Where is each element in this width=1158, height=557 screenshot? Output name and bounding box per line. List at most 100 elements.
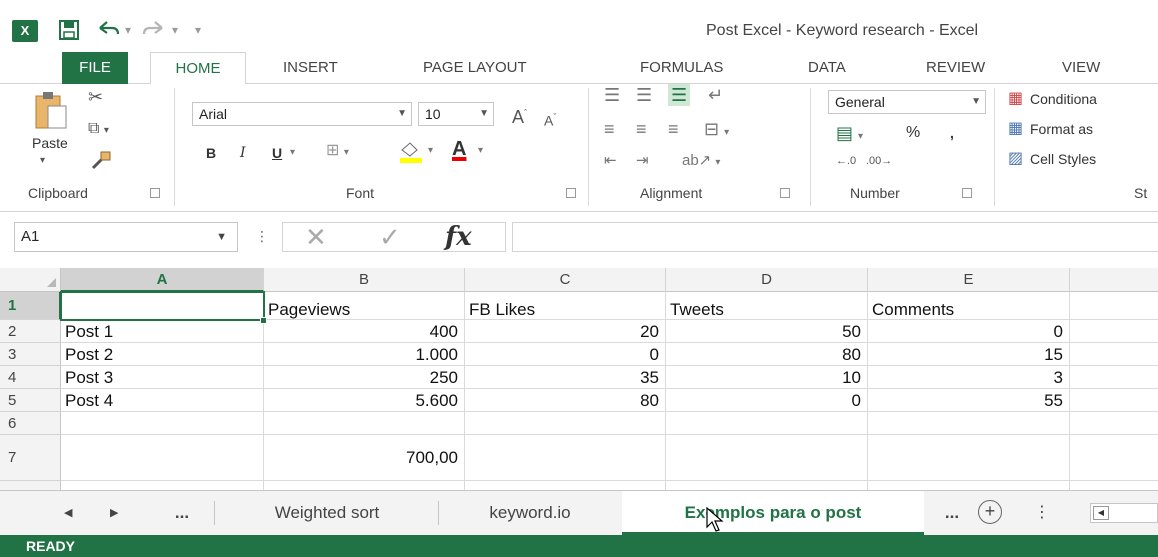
scroll-left-icon[interactable]: ◀: [1093, 506, 1109, 520]
more-sheets-left-button[interactable]: ...: [164, 491, 200, 535]
cell-d7[interactable]: [666, 435, 868, 481]
format-as-table-icon[interactable]: ▦: [1008, 118, 1023, 140]
row-header[interactable]: 6: [0, 412, 61, 435]
row-header[interactable]: [0, 481, 61, 490]
cell-c7[interactable]: [465, 435, 666, 481]
scroll-sheets-right-icon[interactable]: ▶: [110, 501, 118, 525]
cell-b7[interactable]: 700,00: [264, 435, 465, 481]
sheet-tab-exemplos-para-o-post[interactable]: Exemplos para o post: [622, 491, 924, 535]
cell-d5[interactable]: 0: [666, 389, 868, 412]
increase-decimal-icon[interactable]: ←.0: [836, 150, 856, 172]
cell-a5[interactable]: Post 4: [61, 389, 264, 412]
cell-f3[interactable]: [1070, 343, 1158, 366]
tab-review[interactable]: REVIEW: [926, 52, 985, 84]
cell-e1[interactable]: Comments: [868, 292, 1070, 320]
cell-e7[interactable]: [868, 435, 1070, 481]
column-header-e[interactable]: E: [868, 268, 1070, 292]
copy-icon[interactable]: ⧉ ▾: [88, 118, 109, 142]
cell-d8[interactable]: [666, 481, 868, 490]
orientation-icon[interactable]: ab↗ ▾: [682, 150, 720, 174]
cell-f1[interactable]: [1070, 292, 1158, 320]
cell-b4[interactable]: 250: [264, 366, 465, 389]
redo-dropdown-icon[interactable]: ▾: [172, 16, 178, 44]
cell-a4[interactable]: Post 3: [61, 366, 264, 389]
cell-d4[interactable]: 10: [666, 366, 868, 389]
increase-indent-icon[interactable]: ⇥: [636, 150, 649, 172]
borders-icon[interactable]: ⊞ ▾: [326, 140, 349, 164]
cell-styles-button[interactable]: Cell Styles: [1030, 148, 1096, 170]
fill-handle[interactable]: [260, 317, 267, 324]
cell-e4[interactable]: 3: [868, 366, 1070, 389]
wrap-text-icon[interactable]: ↵: [708, 84, 723, 106]
underline-button[interactable]: U: [272, 142, 282, 164]
alignment-launcher-icon[interactable]: [780, 188, 790, 198]
tab-file[interactable]: FILE: [62, 52, 128, 84]
cell-d3[interactable]: 80: [666, 343, 868, 366]
cell-e5[interactable]: 55: [868, 389, 1070, 412]
paste-dropdown-icon[interactable]: ▾: [40, 150, 45, 172]
cell-b3[interactable]: 1.000: [264, 343, 465, 366]
row-header[interactable]: 5: [0, 389, 61, 412]
cell-c2[interactable]: 20: [465, 320, 666, 343]
row-header[interactable]: 1: [0, 292, 61, 320]
row-header[interactable]: 2: [0, 320, 61, 343]
undo-dropdown-icon[interactable]: ▾: [125, 16, 131, 44]
cell-a3[interactable]: Post 2: [61, 343, 264, 366]
more-sheets-right-button[interactable]: ...: [936, 491, 968, 535]
accounting-format-icon[interactable]: ▤ ▾: [836, 122, 863, 148]
tab-formulas[interactable]: FORMULAS: [640, 52, 723, 84]
cell-c1[interactable]: FB Likes: [465, 292, 666, 320]
font-color-dropdown-icon[interactable]: ▾: [478, 140, 483, 162]
cell-styles-icon[interactable]: ▨: [1008, 148, 1023, 170]
cell-e2[interactable]: 0: [868, 320, 1070, 343]
underline-dropdown-icon[interactable]: ▾: [290, 142, 295, 164]
select-all-button[interactable]: [0, 268, 61, 292]
cell-e6[interactable]: [868, 412, 1070, 435]
enter-icon[interactable]: ✓: [379, 223, 401, 251]
sheet-tab-keyword-io[interactable]: keyword.io: [446, 491, 614, 535]
row-header[interactable]: 7: [0, 435, 61, 481]
name-box-dropdown-icon[interactable]: ▼: [216, 223, 227, 251]
decrease-indent-icon[interactable]: ⇤: [604, 150, 617, 172]
cell-b2[interactable]: 400: [264, 320, 465, 343]
align-right-icon[interactable]: ≡: [668, 118, 679, 140]
scroll-sheets-left-icon[interactable]: ◀: [64, 501, 72, 525]
tab-view[interactable]: VIEW: [1062, 52, 1100, 84]
format-as-table-button[interactable]: Format as: [1030, 118, 1093, 140]
cell-f2[interactable]: [1070, 320, 1158, 343]
row-header[interactable]: 3: [0, 343, 61, 366]
merge-center-icon[interactable]: ⊟ ▾: [704, 118, 729, 144]
cell-c5[interactable]: 80: [465, 389, 666, 412]
cell-f5[interactable]: [1070, 389, 1158, 412]
font-color-button[interactable]: A: [452, 138, 466, 160]
cell-f7[interactable]: [1070, 435, 1158, 481]
bold-button[interactable]: B: [206, 142, 216, 164]
cell-a6[interactable]: [61, 412, 264, 435]
horizontal-scrollbar[interactable]: ◀: [1090, 503, 1158, 523]
sheet-tab-weighted-sort[interactable]: Weighted sort: [224, 491, 430, 535]
cell-b1[interactable]: Pageviews: [264, 292, 465, 320]
formula-input[interactable]: [512, 222, 1158, 252]
cell-b5[interactable]: 5.600: [264, 389, 465, 412]
cell-c3[interactable]: 0: [465, 343, 666, 366]
conditional-formatting-icon[interactable]: ▦: [1008, 88, 1023, 110]
cell-b8[interactable]: [264, 481, 465, 490]
align-bottom-icon[interactable]: ☰: [668, 84, 691, 106]
tab-data[interactable]: DATA: [808, 52, 846, 84]
column-header-b[interactable]: B: [264, 268, 465, 292]
column-header-c[interactable]: C: [465, 268, 666, 292]
tab-insert[interactable]: INSERT: [283, 52, 338, 84]
cell-c8[interactable]: [465, 481, 666, 490]
decrease-font-icon[interactable]: Aˇ: [544, 106, 556, 132]
increase-font-icon[interactable]: Aˆ: [512, 102, 527, 128]
sheet-bar-grip-icon[interactable]: ⋮: [1034, 501, 1050, 525]
align-middle-icon[interactable]: ☰: [636, 84, 652, 106]
cell-c4[interactable]: 35: [465, 366, 666, 389]
percent-button[interactable]: %: [906, 122, 920, 144]
excel-icon[interactable]: X: [12, 20, 38, 42]
cell-e3[interactable]: 15: [868, 343, 1070, 366]
italic-button[interactable]: I: [240, 142, 246, 164]
insert-function-button[interactable]: fx: [445, 223, 472, 251]
cell-d1[interactable]: Tweets: [666, 292, 868, 320]
cell-b6[interactable]: [264, 412, 465, 435]
